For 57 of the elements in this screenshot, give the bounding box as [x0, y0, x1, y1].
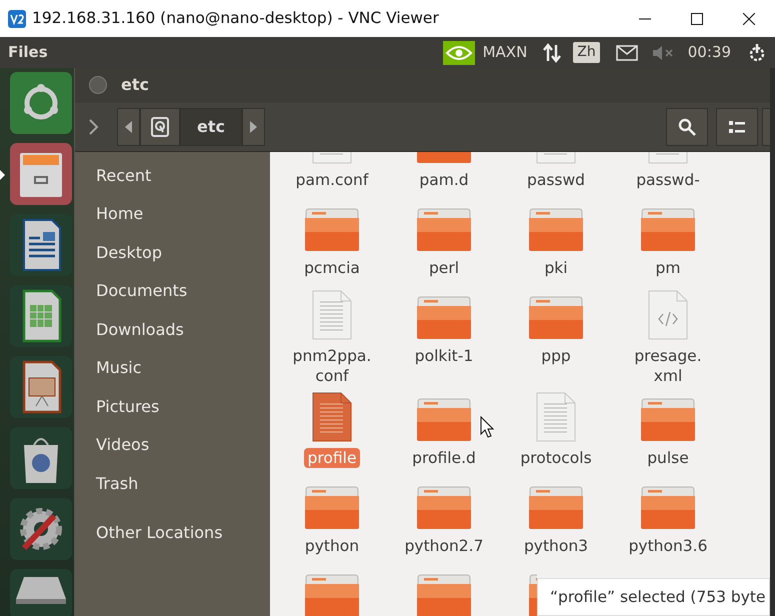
- path-button[interactable]: etc: [180, 108, 242, 146]
- clock[interactable]: 00:39: [688, 41, 731, 64]
- file-name: perl: [428, 258, 460, 278]
- file-item[interactable]: protocols: [500, 386, 612, 474]
- file-item[interactable]: python2.7: [388, 474, 500, 562]
- file-item[interactable]: pm: [612, 196, 724, 284]
- file-item[interactable]: pulse: [612, 386, 724, 474]
- file-name: presage. xml: [633, 346, 703, 386]
- file-name: python: [304, 536, 360, 556]
- file-name: pcmcia: [303, 258, 361, 278]
- file-item[interactable]: passwd-: [612, 152, 724, 196]
- file-item[interactable]: polkit-1: [388, 284, 500, 386]
- power-mode[interactable]: MAXN: [482, 41, 528, 64]
- file-item[interactable]: pam.d: [388, 152, 500, 196]
- file-name: passwd: [526, 170, 586, 190]
- file-item[interactable]: profile.d: [388, 386, 500, 474]
- file-name: python3.6: [628, 536, 708, 556]
- sidebar-item[interactable]: Pictures: [75, 386, 270, 426]
- file-name: profile: [304, 448, 360, 468]
- file-item[interactable]: python3.6: [612, 474, 724, 562]
- file-name: pulse: [646, 448, 690, 468]
- sidebar-item[interactable]: Music: [75, 348, 270, 387]
- sidebar-item[interactable]: Trash: [75, 464, 270, 502]
- file-name: pm: [654, 258, 682, 278]
- status-toast: “profile” selected (753 byte: [537, 578, 770, 616]
- sidebar-item[interactable]: Home: [75, 194, 270, 233]
- file-name: profile.d: [411, 448, 477, 468]
- file-name: pki: [543, 258, 569, 278]
- file-name: pnm2ppa. conf: [292, 346, 372, 386]
- sidebar-item[interactable]: Videos: [75, 425, 270, 464]
- file-name: python2.7: [404, 536, 484, 556]
- file-item[interactable]: pki: [500, 196, 612, 284]
- app-name: Files: [7, 42, 49, 64]
- folder-title: etc: [121, 74, 149, 96]
- file-name: python3: [522, 536, 590, 556]
- sidebar-item[interactable]: Recent: [75, 156, 270, 194]
- file-item[interactable]: pcmcia: [276, 196, 388, 284]
- file-item[interactable]: presage. xml: [612, 284, 724, 386]
- sidebar-item[interactable]: Desktop: [75, 232, 270, 272]
- file-name: polkit-1: [414, 346, 474, 366]
- file-item[interactable]: ppp: [500, 284, 612, 386]
- sidebar-item[interactable]: Downloads: [75, 310, 270, 348]
- file-item[interactable]: pnm2ppa. conf: [276, 284, 388, 386]
- language-indicator[interactable]: Zh: [573, 42, 600, 63]
- sidebar-item[interactable]: Documents: [75, 271, 270, 310]
- file-item[interactable]: python3: [500, 474, 612, 562]
- file-name: pam.d: [418, 170, 470, 190]
- file-item[interactable]: pam.conf: [276, 152, 388, 196]
- file-item[interactable]: passwd: [500, 152, 612, 196]
- sidebar-item[interactable]: Other Locations: [75, 513, 270, 552]
- file-name: pam.conf: [294, 170, 370, 190]
- file-name: ppp: [540, 346, 572, 366]
- file-item[interactable]: python: [276, 474, 388, 562]
- file-item[interactable]: perl: [388, 196, 500, 284]
- file-name: passwd-: [635, 170, 701, 190]
- window-title: 192.168.31.160 (nano@nano-desktop) - VNC Viewer: [32, 8, 440, 29]
- file-name: protocols: [519, 448, 593, 468]
